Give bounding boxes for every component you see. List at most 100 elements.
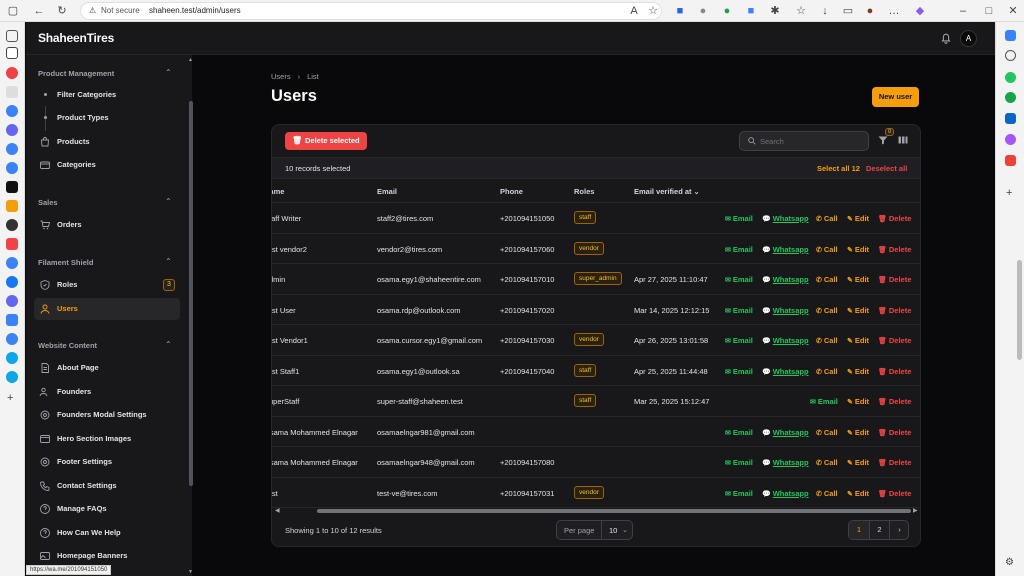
refresh-icon[interactable]: ↻	[54, 3, 70, 19]
tab-icon[interactable]	[6, 333, 18, 345]
sidebar-item-manage-faqs[interactable]: Manage FAQs	[34, 498, 180, 520]
whatsapp-action-link[interactable]: 💬 Whatsapp	[762, 275, 809, 284]
edit-action-link[interactable]: ✎ Edit	[847, 214, 869, 223]
delete-action-link[interactable]: 🗑 Delete	[878, 489, 911, 498]
sidebar-item-homepage-banners[interactable]: Homepage Banners	[34, 545, 180, 567]
add-icon[interactable]: +	[1006, 187, 1012, 199]
sidebar-group-product-management[interactable]: Product Management	[38, 69, 114, 78]
sidebar-item-about-page[interactable]: About Page	[34, 357, 180, 379]
delete-action-link[interactable]: 🗑 Delete	[878, 306, 911, 315]
column-email[interactable]: Email	[377, 187, 397, 196]
whatsapp-icon[interactable]	[1005, 72, 1016, 83]
scroll-left-icon[interactable]: ◀	[275, 507, 280, 514]
tab-icon[interactable]	[6, 143, 18, 155]
page-button-1[interactable]: 1	[849, 521, 869, 539]
new-tab-icon[interactable]: +	[7, 392, 13, 404]
table-row[interactable]: Test vendor2 vendor2@tires.com +2010941570…	[272, 234, 920, 264]
delete-action-link[interactable]: 🗑 Delete	[878, 214, 911, 223]
sidebar-item-roles[interactable]: Roles 3	[34, 274, 180, 296]
call-action-link[interactable]: ✆ Call	[816, 489, 838, 498]
edit-action-link[interactable]: ✎ Edit	[847, 245, 869, 254]
tab-icon[interactable]	[6, 314, 18, 326]
whatsapp-action-link[interactable]: 💬 Whatsapp	[762, 489, 809, 498]
table-row[interactable]: Test Staff1 osama.egy1@outlook.sa +2010941…	[272, 356, 920, 386]
search-field[interactable]	[739, 131, 869, 151]
columns-icon[interactable]	[897, 134, 909, 146]
chevron-up-icon[interactable]: ⌃	[165, 197, 172, 206]
linkedin-icon[interactable]	[1005, 113, 1016, 124]
tab-icon[interactable]	[6, 276, 18, 288]
edit-action-link[interactable]: ✎ Edit	[847, 306, 869, 315]
tab-icon[interactable]	[6, 219, 18, 231]
deselect-all-link[interactable]: Deselect all	[866, 164, 907, 173]
sidebar-item-hero-section-images[interactable]: Hero Section Images	[34, 428, 180, 450]
whatsapp-action-link[interactable]: 💬 Whatsapp	[762, 245, 809, 254]
delete-action-link[interactable]: 🗑 Delete	[878, 245, 911, 254]
edit-action-link[interactable]: ✎ Edit	[847, 336, 869, 345]
horizontal-scrollbar[interactable]: ◀ ▶	[272, 507, 920, 515]
tab-icon[interactable]	[6, 238, 18, 250]
edit-action-link[interactable]: ✎ Edit	[847, 275, 869, 284]
call-action-link[interactable]: ✆ Call	[816, 214, 838, 223]
breadcrumb-users[interactable]: Users	[271, 72, 291, 81]
delete-action-link[interactable]: 🗑 Delete	[878, 428, 911, 437]
address-bar[interactable]: ⚠ Not secure shaheen.test/admin/users	[80, 2, 662, 20]
tab-icon[interactable]	[6, 105, 18, 117]
column-phone[interactable]: Phone	[500, 187, 523, 196]
tab-icon[interactable]	[1005, 92, 1016, 103]
email-action-link[interactable]: ✉ Email	[810, 397, 838, 406]
back-icon[interactable]: ←	[31, 3, 47, 19]
call-action-link[interactable]: ✆ Call	[816, 458, 838, 467]
table-row[interactable]: Test User osama.rdp@outlook.com +201094157…	[272, 295, 920, 325]
minimize-icon[interactable]: –	[955, 3, 971, 19]
scroll-right-icon[interactable]: ▶	[913, 507, 918, 514]
email-action-link[interactable]: ✉ Email	[725, 245, 753, 254]
search-icon[interactable]	[1005, 50, 1016, 61]
whatsapp-action-link[interactable]: 💬 Whatsapp	[762, 214, 809, 223]
tab-icon[interactable]	[6, 352, 18, 364]
edit-action-link[interactable]: ✎ Edit	[847, 367, 869, 376]
new-user-button[interactable]: New user	[872, 87, 919, 107]
maximize-icon[interactable]: □	[981, 3, 997, 19]
extensions-puzzle-icon[interactable]: ✱	[767, 3, 783, 19]
screenshot-icon[interactable]: ▭	[840, 3, 856, 19]
tab-actions-icon[interactable]: ▢	[5, 3, 21, 19]
sidebar-group-sales[interactable]: Sales	[38, 198, 58, 207]
sidebar-item-founders-modal-settings[interactable]: Founders Modal Settings	[34, 404, 180, 426]
brand-logo[interactable]: ShaheenTires	[38, 31, 114, 45]
settings-icon[interactable]: ⚙	[1005, 557, 1014, 568]
chevron-up-icon[interactable]: ⌃	[165, 340, 172, 349]
profile-icon[interactable]: ●	[862, 3, 878, 19]
sidebar-item-footer-settings[interactable]: Footer Settings	[34, 451, 180, 473]
sidebar-item-filter-categories[interactable]: Filter Categories	[34, 84, 180, 106]
tab-icon[interactable]	[6, 86, 18, 98]
page-button-2[interactable]: 2	[869, 521, 889, 539]
tab-icon[interactable]	[6, 124, 18, 136]
call-action-link[interactable]: ✆ Call	[816, 245, 838, 254]
call-action-link[interactable]: ✆ Call	[816, 367, 838, 376]
email-action-link[interactable]: ✉ Email	[725, 458, 753, 467]
sidebar-group-filament-shield[interactable]: Filament Shield	[38, 258, 93, 267]
bell-icon[interactable]	[939, 31, 953, 45]
email-action-link[interactable]: ✉ Email	[725, 336, 753, 345]
scroll-up-icon[interactable]: ▲	[188, 57, 193, 63]
table-row[interactable]: Test Vendor1 osama.cursor.egy1@gmail.com +…	[272, 325, 920, 356]
search-input[interactable]	[760, 135, 860, 148]
table-row[interactable]: SuperStaff super-staff@shaheen.test staff M…	[272, 386, 920, 417]
call-action-link[interactable]: ✆ Call	[816, 336, 838, 345]
whatsapp-action-link[interactable]: 💬 Whatsapp	[762, 367, 809, 376]
call-action-link[interactable]: ✆ Call	[816, 306, 838, 315]
scrollbar-thumb[interactable]	[317, 509, 911, 513]
tag-icon[interactable]	[1005, 30, 1016, 41]
call-action-link[interactable]: ✆ Call	[816, 275, 838, 284]
sidebar-item-founders[interactable]: Founders	[34, 381, 180, 403]
select-all-link[interactable]: Select all 12	[817, 164, 860, 173]
tab-icon[interactable]	[6, 200, 18, 212]
extension-icon[interactable]: ■	[743, 3, 759, 19]
table-row[interactable]: Test test-ve@tires.com +201094157031 vendor…	[272, 478, 920, 508]
tab-icon[interactable]	[6, 257, 18, 269]
delete-action-link[interactable]: 🗑 Delete	[878, 336, 911, 345]
whatsapp-action-link[interactable]: 💬 Whatsapp	[762, 306, 809, 315]
delete-selected-button[interactable]: 🗑 Delete selected	[285, 132, 367, 150]
favorite-icon[interactable]: ☆	[645, 3, 661, 19]
